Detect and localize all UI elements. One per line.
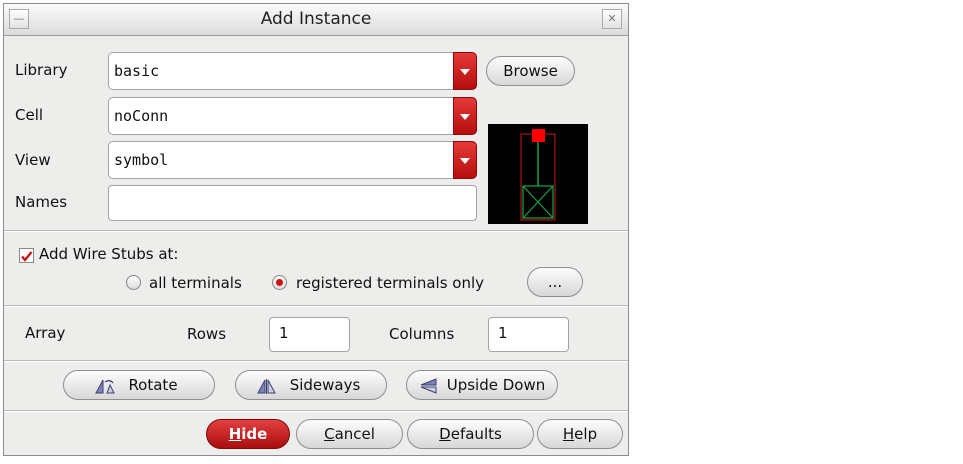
upside-down-label: Upside Down <box>446 376 546 394</box>
separator <box>4 360 628 362</box>
radio-all-terminals[interactable] <box>126 275 141 290</box>
wire-stubs-checkbox[interactable] <box>19 248 34 263</box>
wire-stubs-label: Add Wire Stubs at: <box>39 245 179 263</box>
upside-down-icon <box>420 378 437 394</box>
radio-selected-dot <box>276 279 283 286</box>
title-bar: — Add Instance ✕ <box>4 4 628 36</box>
library-value: basic <box>114 62 160 80</box>
names-label: Names <box>15 193 68 211</box>
rotate-button[interactable]: Rotate <box>63 370 215 400</box>
rotate-icon <box>95 379 115 394</box>
hide-mnemonic: H <box>228 425 242 443</box>
view-label: View <box>15 151 51 169</box>
columns-input[interactable]: 1 <box>488 317 569 352</box>
cell-combo[interactable]: noConn <box>108 97 477 135</box>
names-input[interactable] <box>108 185 477 221</box>
separator <box>4 410 628 412</box>
radio-registered-terminals[interactable] <box>272 275 287 290</box>
chevron-down-icon[interactable] <box>453 141 477 179</box>
close-icon[interactable]: ✕ <box>602 9 622 29</box>
browse-button[interactable]: Browse <box>486 56 575 86</box>
add-instance-dialog: — Add Instance ✕ Library basic Browse Ce… <box>3 3 629 456</box>
help-label: elp <box>574 425 598 443</box>
defaults-label: efaults <box>450 425 502 443</box>
help-mnemonic: H <box>562 425 575 443</box>
separator <box>4 230 628 232</box>
upside-down-button[interactable]: Upside Down <box>406 370 558 400</box>
symbol-preview <box>488 124 588 224</box>
separator <box>4 305 628 307</box>
rows-label: Rows <box>187 325 227 343</box>
view-combo[interactable]: symbol <box>108 141 477 179</box>
cancel-mnemonic: C <box>324 425 335 443</box>
cancel-button[interactable]: Cancel <box>296 419 403 449</box>
window-title: Add Instance <box>260 9 372 29</box>
library-combo[interactable]: basic <box>108 52 477 90</box>
help-button[interactable]: Help <box>537 419 623 449</box>
wire-stubs-options-button[interactable]: ... <box>527 267 583 297</box>
registered-terminals-label: registered terminals only <box>296 274 485 292</box>
array-label: Array <box>25 324 66 342</box>
checkmark-icon <box>21 251 33 262</box>
defaults-button[interactable]: Defaults <box>407 419 534 449</box>
chevron-down-icon[interactable] <box>453 52 477 90</box>
view-value: symbol <box>114 151 169 169</box>
rotate-label: Rotate <box>128 376 178 394</box>
cell-value: noConn <box>114 107 169 125</box>
library-label: Library <box>15 61 68 79</box>
noconn-symbol-icon <box>520 129 556 221</box>
sideways-label: Sideways <box>289 376 361 394</box>
all-terminals-label: all terminals <box>149 274 242 292</box>
defaults-mnemonic: D <box>439 425 451 443</box>
cell-label: Cell <box>15 106 44 124</box>
sideways-icon <box>257 379 276 394</box>
rows-input[interactable]: 1 <box>269 317 350 352</box>
cancel-label: ancel <box>334 425 375 443</box>
hide-button[interactable]: Hide <box>206 419 290 449</box>
sideways-button[interactable]: Sideways <box>235 370 387 400</box>
columns-label: Columns <box>389 325 455 343</box>
hide-label: ide <box>241 425 268 443</box>
chevron-down-icon[interactable] <box>453 97 477 135</box>
